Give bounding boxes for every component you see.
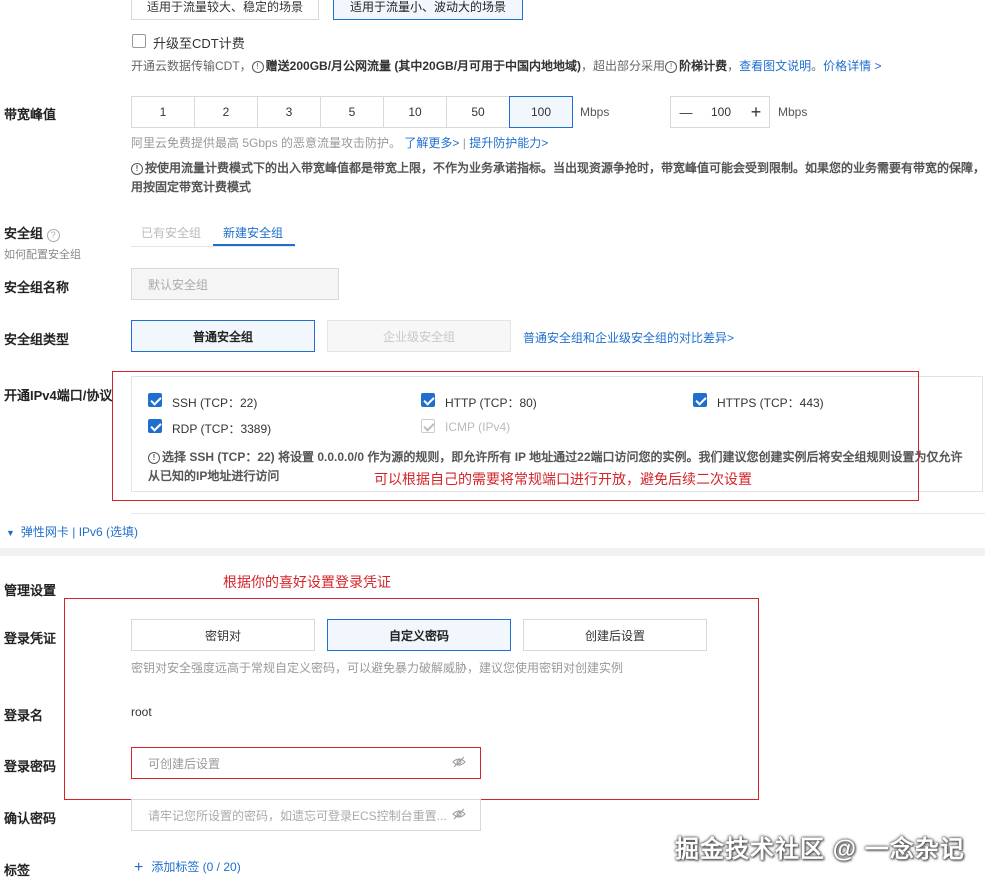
cdt-doc-link[interactable]: 查看图文说明 [739, 59, 811, 73]
tabs-baseline [131, 246, 295, 247]
security-group-type-enterprise: 企业级安全组 [327, 320, 511, 352]
cdt-checkbox[interactable] [132, 34, 146, 48]
credential-keypair-button[interactable]: 密钥对 [131, 619, 315, 651]
management-section-label: 管理设置 [4, 583, 57, 598]
login-password-placeholder: 可创建后设置 [148, 756, 221, 771]
billing-option-small-traffic[interactable]: 适用于流量小、波动大的场景 [333, 0, 523, 20]
security-group-label-text: 安全组 [4, 226, 44, 241]
security-group-type-label: 安全组类型 [4, 332, 70, 347]
stepper-unit: Mbps [778, 105, 808, 119]
confirm-password-input[interactable]: 请牢记您所设置的密码，如遗忘可登录ECS控制台重置... [131, 799, 481, 831]
bandwidth-option-1[interactable]: 1 [131, 96, 195, 128]
eye-hidden-icon[interactable] [452, 808, 466, 823]
tags-label: 标签 [4, 863, 31, 878]
section-separator [0, 548, 985, 556]
info-icon: ! [251, 61, 264, 73]
management-annotation-text: 根据你的喜好设置登录凭证 [223, 574, 391, 590]
cdt-note: 开通云数据传输CDT，! 赠送200GB/月公网流量 (其中20GB/月可用于中国… [131, 57, 881, 74]
ports-label: 开通IPv4端口/协议 [4, 388, 113, 403]
login-credential-label: 登录凭证 [4, 631, 57, 646]
login-name-value: root [131, 705, 152, 719]
eni-divider [131, 513, 985, 514]
login-name-label: 登录名 [4, 708, 44, 723]
security-group-type-enterprise-label: 企业级安全组 [382, 329, 455, 344]
tab-new-security-group[interactable]: 新建安全组 [223, 224, 283, 241]
ddos-note-text: 阿里云免费提供最高 5Gbps 的恶意流量攻击防护。 [131, 136, 402, 150]
stepper-plus-button[interactable]: + [741, 97, 771, 127]
bandwidth-stepper: — 100 + [670, 96, 770, 128]
bandwidth-option-2[interactable]: 2 [194, 96, 258, 128]
credential-set-later-label: 创建后设置 [584, 628, 645, 643]
bandwidth-option-50[interactable]: 50 [446, 96, 510, 128]
security-group-type-normal[interactable]: 普通安全组 [131, 320, 315, 352]
caret-down-icon: ▼ [6, 528, 15, 538]
ports-annotation-text: 可以根据自己的需要将常规端口进行开放，避免后续二次设置 [374, 471, 752, 487]
bandwidth-option-100[interactable]: 100 [509, 96, 573, 128]
bandwidth-warning-line1: ! 按使用流量计费模式下的出入带宽峰值都是带宽上限，不作为业务承诺指标。当出现资源… [131, 159, 985, 178]
ddos-protect-link[interactable]: 提升防护能力> [469, 136, 548, 150]
bandwidth-warning-text1: 按使用流量计费模式下的出入带宽峰值都是带宽上限，不作为业务承诺指标。当出现资源争… [145, 161, 985, 175]
confirm-password-placeholder: 请牢记您所设置的密码，如遗忘可登录ECS控制台重置... [148, 808, 447, 823]
bandwidth-option-10[interactable]: 10 [383, 96, 447, 128]
security-group-name-input[interactable]: 默认安全组 [131, 268, 339, 300]
billing-option-large-traffic[interactable]: 适用于流量较大、稳定的场景 [131, 0, 319, 20]
cdt-note-sep: ， [727, 59, 740, 73]
stepper-value[interactable]: 100 [701, 97, 741, 127]
cdt-note-prefix: 开通云数据传输CDT， [131, 59, 252, 73]
help-icon[interactable]: ? [46, 229, 60, 242]
login-password-label: 登录密码 [4, 759, 57, 774]
add-tag-label: 添加标签 (0 / 20) [151, 860, 241, 874]
stepper-minus-button[interactable]: — [671, 97, 701, 127]
eni-toggle-label: 弹性网卡 | IPv6 (选填) [20, 525, 139, 539]
ddos-link-sep: | [462, 136, 466, 150]
confirm-password-label: 确认密码 [4, 811, 57, 826]
plus-icon: + [134, 859, 144, 876]
eye-hidden-icon[interactable] [452, 756, 466, 771]
ddos-note: 阿里云免费提供最高 5Gbps 的恶意流量攻击防护。 了解更多> | 提升防护能… [131, 134, 548, 151]
ddos-more-link[interactable]: 了解更多> [404, 136, 459, 150]
credential-keypair-label: 密钥对 [204, 628, 241, 643]
tab-existing-security-group[interactable]: 已有安全组 [141, 224, 201, 241]
bandwidth-label: 带宽峰值 [4, 107, 57, 122]
add-tag-button[interactable]: + 添加标签 (0 / 20) [134, 858, 241, 877]
eni-toggle[interactable]: ▼ 弹性网卡 | IPv6 (选填) [6, 523, 138, 540]
cdt-price-link[interactable]: 价格详情 > [823, 59, 881, 73]
login-password-input[interactable]: 可创建后设置 [131, 747, 481, 779]
cdt-note-bold: 赠送200GB/月公网流量 (其中20GB/月可用于中国内地地域) [265, 59, 582, 73]
security-group-type-normal-label: 普通安全组 [192, 329, 253, 344]
bandwidth-warning-line2: 用按固定带宽计费模式 [131, 180, 252, 194]
billing-option-large-traffic-label: 适用于流量较大、稳定的场景 [146, 0, 303, 14]
info-icon: ! [131, 163, 143, 175]
bandwidth-option-5[interactable]: 5 [320, 96, 384, 128]
cdt-note-mid: ，超出部分采用 [581, 59, 666, 73]
cdt-note-bold2: 阶梯计费 [679, 59, 728, 73]
credential-note: 密钥对安全强度远高于常规自定义密码，可以避免暴力破解威胁，建议您使用密钥对创建实… [131, 661, 624, 675]
bandwidth-unit: Mbps [580, 105, 610, 119]
bandwidth-option-3[interactable]: 3 [257, 96, 321, 128]
security-group-help-link[interactable]: 如何配置安全组 [4, 246, 81, 262]
security-group-label: 安全组 ? [4, 223, 60, 242]
security-group-name-label: 安全组名称 [4, 280, 70, 295]
billing-option-small-traffic-label: 适用于流量小、波动大的场景 [349, 0, 506, 14]
cdt-checkbox-label: 升级至CDT计费 [153, 36, 245, 51]
watermark: 掘金技术社区 @ 一念杂记 [675, 836, 965, 863]
cdt-link-dot: 。 [811, 59, 824, 73]
security-group-compare-link[interactable]: 普通安全组和企业级安全组的对比差异> [523, 329, 734, 346]
credential-set-later-button[interactable]: 创建后设置 [523, 619, 707, 651]
credential-custom-password-button[interactable]: 自定义密码 [327, 619, 511, 651]
bandwidth-warning: ! 按使用流量计费模式下的出入带宽峰值都是带宽上限，不作为业务承诺指标。当出现资源… [131, 159, 985, 197]
credential-custom-password-label: 自定义密码 [388, 628, 449, 643]
security-group-name-placeholder: 默认安全组 [148, 277, 209, 292]
info-icon: ! [665, 61, 678, 73]
